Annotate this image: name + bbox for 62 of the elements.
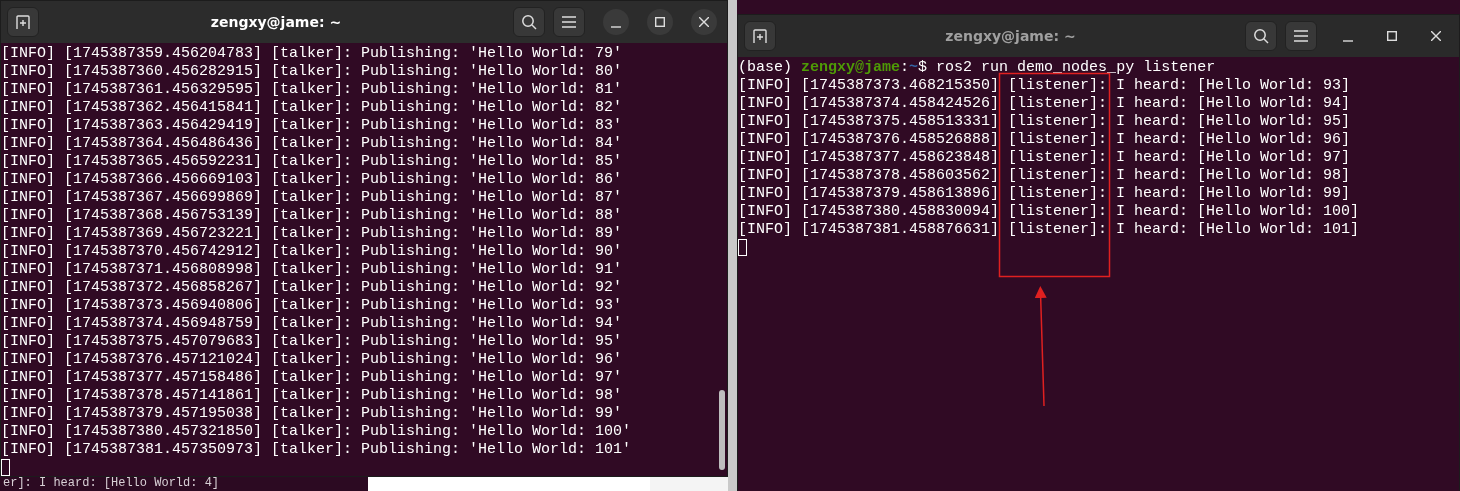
window-title: zengxy@jame: ~ <box>209 14 343 30</box>
log-line: [INFO] [1745387367.456699869] [talker]: Publishing: 'Hello World: 87' <box>1 189 623 207</box>
command-text: $ ros2 run demo_nodes_py listener <box>918 59 1216 76</box>
new-tab-icon <box>15 14 31 30</box>
new-tab-button[interactable] <box>744 21 776 51</box>
log-line: [INFO] [1745387379.457195038] [talker]: Publishing: 'Hello World: 99' <box>1 405 623 423</box>
log-line: [INFO] [1745387380.458830094] [listener]: I heard: [Hello World: 100] <box>738 203 1360 221</box>
menu-icon <box>1294 30 1308 42</box>
log-line: [INFO] [1745387364.456486436] [talker]: Publishing: 'Hello World: 84' <box>1 135 623 153</box>
log-line: [INFO] [1745387360.456282915] [talker]: Publishing: 'Hello World: 80' <box>1 63 623 81</box>
log-line: [INFO] [1745387374.456948759] [talker]: Publishing: 'Hello World: 94' <box>1 315 623 333</box>
new-tab-icon <box>752 28 768 44</box>
menu-button[interactable] <box>553 7 585 37</box>
close-icon <box>1431 31 1441 41</box>
log-line: [INFO] [1745387375.458513331] [listener]: I heard: [Hello World: 95] <box>738 113 1351 131</box>
log-line: [INFO] [1745387373.456940806] [talker]: Publishing: 'Hello World: 93' <box>1 297 623 315</box>
log-line: [INFO] [1745387368.456753139] [talker]: Publishing: 'Hello World: 88' <box>1 207 623 225</box>
log-line: [INFO] [1745387381.457350973] [talker]: Publishing: 'Hello World: 101' <box>1 441 632 459</box>
log-line: [INFO] [1745387365.456592231] [talker]: Publishing: 'Hello World: 85' <box>1 153 623 171</box>
search-icon <box>521 14 537 30</box>
log-line: [INFO] [1745387378.458603562] [listener]: I heard: [Hello World: 98] <box>738 167 1351 185</box>
log-line: [INFO] [1745387373.468215350] [listener]: I heard: [Hello World: 93] <box>738 77 1351 95</box>
minimize-button[interactable] <box>603 9 629 35</box>
search-button[interactable] <box>513 7 545 37</box>
log-line: [INFO] [1745387366.456669103] [talker]: Publishing: 'Hello World: 86' <box>1 171 623 189</box>
log-line: [INFO] [1745387359.456204783] [talker]: Publishing: 'Hello World: 79' <box>1 45 623 63</box>
log-line: [INFO] [1745387377.457158486] [talker]: Publishing: 'Hello World: 97' <box>1 369 623 387</box>
prompt-user-host: zengxy@jame <box>801 59 901 76</box>
log-line: [INFO] [1745387376.458526888] [listener]: I heard: [Hello World: 96] <box>738 131 1351 149</box>
prompt-environment: (base) <box>738 59 792 76</box>
log-line: [INFO] [1745387381.458876631] [listener]: I heard: [Hello World: 101] <box>738 221 1360 239</box>
log-line: er]: I heard: [Hello World: 4] <box>3 477 220 490</box>
log-line: [INFO] [1745387377.458623848] [listener]: I heard: [Hello World: 97] <box>738 149 1351 167</box>
log-line: [INFO] [1745387370.456742912] [talker]: Publishing: 'Hello World: 90' <box>1 243 623 261</box>
prompt-separator: : <box>900 59 910 76</box>
maximize-button[interactable] <box>647 9 673 35</box>
log-line: [INFO] [1745387378.457141861] [talker]: Publishing: 'Hello World: 98' <box>1 387 623 405</box>
log-line: [INFO] [1745387380.457321850] [talker]: Publishing: 'Hello World: 100' <box>1 423 632 441</box>
log-line: [INFO] [1745387362.456415841] [talker]: Publishing: 'Hello World: 82' <box>1 99 623 117</box>
log-line: [INFO] [1745387369.456723221] [talker]: Publishing: 'Hello World: 89' <box>1 225 623 243</box>
search-icon <box>1253 28 1269 44</box>
log-line: [INFO] [1745387371.456808998] [talker]: Publishing: 'Hello World: 91' <box>1 261 623 279</box>
maximize-icon <box>1387 31 1397 41</box>
minimize-icon <box>1343 40 1353 42</box>
window-title: zengxy@jame: ~ <box>944 28 1077 44</box>
menu-icon <box>562 16 576 28</box>
close-button[interactable] <box>691 9 717 35</box>
scrollbar-thumb[interactable] <box>719 390 725 470</box>
log-line: [INFO] [1745387361.456329595] [talker]: Publishing: 'Hello World: 81' <box>1 81 623 99</box>
minimize-icon <box>611 26 621 28</box>
prompt-path: ~ <box>909 59 919 76</box>
log-line: [INFO] [1745387376.457121024] [talker]: Publishing: 'Hello World: 96' <box>1 351 623 369</box>
log-line: [INFO] [1745387363.456429419] [talker]: Publishing: 'Hello World: 83' <box>1 117 623 135</box>
log-line: [INFO] [1745387372.456858267] [talker]: Publishing: 'Hello World: 92' <box>1 279 623 297</box>
maximize-icon <box>655 17 665 27</box>
search-button[interactable] <box>1245 21 1277 51</box>
log-line: [INFO] [1745387379.458613896] [listener]: I heard: [Hello World: 99] <box>738 185 1351 203</box>
close-icon <box>699 17 709 27</box>
new-tab-button[interactable] <box>7 7 39 37</box>
log-line: [INFO] [1745387375.457079683] [talker]: Publishing: 'Hello World: 95' <box>1 333 623 351</box>
menu-button[interactable] <box>1285 21 1317 51</box>
log-line: [INFO] [1745387374.458424526] [listener]: I heard: [Hello World: 94] <box>738 95 1351 113</box>
